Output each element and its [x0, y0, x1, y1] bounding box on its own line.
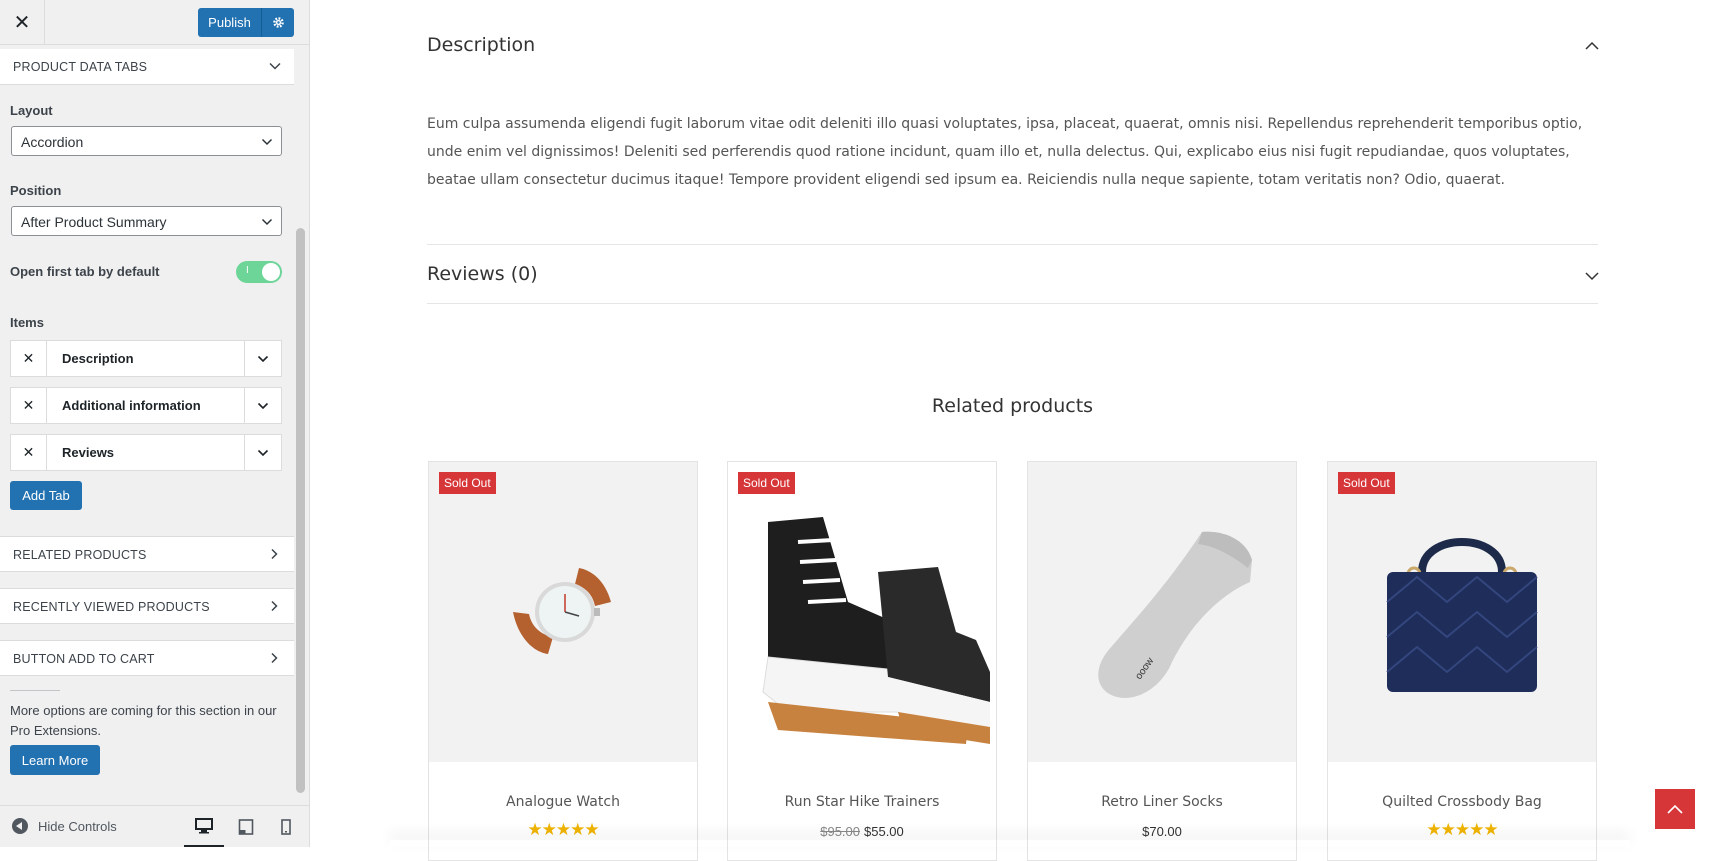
remove-item-icon[interactable]: ✕ — [11, 388, 47, 423]
product-card[interactable]: Sold Out Run Star Hike Trainers $95.00 $5… — [727, 461, 997, 861]
watch-image[interactable] — [429, 462, 697, 762]
toggle-on-indicator: I — [246, 265, 249, 276]
layout-label: Layout — [10, 103, 53, 118]
chevron-up-icon[interactable] — [1584, 38, 1600, 54]
description-text: Eum culpa assumenda eligendi fugit labor… — [427, 116, 1583, 188]
chevron-down-icon — [269, 62, 281, 70]
hide-controls-button[interactable]: Hide Controls — [12, 818, 117, 834]
sold-out-badge: Sold Out — [738, 472, 795, 494]
item-description: ✕ Description — [10, 340, 282, 377]
mobile-preview-icon[interactable] — [266, 806, 306, 847]
layout-select-value: Accordion — [21, 134, 84, 150]
star-rating: ★★★★★ — [527, 820, 599, 839]
sneaker-image[interactable] — [728, 462, 996, 762]
item-reviews: ✕ Reviews — [10, 434, 282, 471]
original-price: $95.00 — [820, 824, 860, 839]
product-name[interactable]: Quilted Crossbody Bag — [1328, 794, 1596, 810]
sale-price: $55.00 — [864, 824, 904, 839]
section-header-product-data-tabs[interactable]: PRODUCT DATA TABS — [0, 49, 294, 85]
item-label: Additional information — [62, 398, 201, 413]
learn-more-button[interactable]: Learn More — [10, 745, 100, 775]
shadow-overlay — [390, 840, 1630, 847]
panel-related-products[interactable]: RELATED PRODUCTS — [0, 536, 294, 572]
sidebar-scrollbar[interactable] — [296, 228, 305, 793]
divider — [427, 303, 1598, 304]
customizer-header: ✕ Publish — [0, 0, 309, 45]
layout-select[interactable]: Accordion — [11, 126, 282, 156]
panel-label: BUTTON ADD TO CART — [13, 652, 155, 666]
accordion-title-description[interactable]: Description — [427, 34, 535, 56]
sold-out-badge: Sold Out — [1338, 472, 1395, 494]
bag-image[interactable] — [1328, 462, 1596, 762]
panel-label: RELATED PRODUCTS — [13, 548, 147, 562]
chevron-down-icon[interactable] — [1584, 268, 1600, 284]
chevron-right-icon — [271, 548, 278, 560]
publish-button-group: Publish — [198, 8, 294, 37]
site-preview: Description Eum culpa assumenda eligendi… — [310, 0, 1710, 861]
product-name[interactable]: Retro Liner Socks — [1028, 794, 1296, 810]
price: $70.00 — [1142, 824, 1182, 839]
items-label: Items — [10, 315, 44, 330]
expand-item-chevron-down-icon[interactable] — [244, 435, 281, 470]
panel-label: RECENTLY VIEWED PRODUCTS — [13, 600, 210, 614]
customizer-footer: Hide Controls — [0, 805, 309, 847]
divider — [10, 690, 60, 691]
remove-item-icon[interactable]: ✕ — [11, 435, 47, 470]
close-button[interactable]: ✕ — [0, 0, 45, 45]
star-rating: ★★★★★ — [1426, 820, 1498, 839]
divider — [427, 244, 1598, 245]
open-first-tab-label: Open first tab by default — [10, 264, 160, 279]
chevron-right-icon — [271, 652, 278, 664]
collapse-arrow-icon — [12, 818, 28, 834]
position-select-value: After Product Summary — [21, 214, 167, 230]
panel-recently-viewed-products[interactable]: RECENTLY VIEWED PRODUCTS — [0, 588, 294, 624]
publish-settings-gear-icon[interactable] — [262, 8, 294, 37]
add-tab-button[interactable]: Add Tab — [10, 481, 82, 510]
sold-out-badge: Sold Out — [439, 472, 496, 494]
scroll-to-top-button[interactable] — [1655, 789, 1695, 829]
product-card[interactable]: Sold Out Quilted Crossbody Bag ★★★★★ — [1327, 461, 1597, 861]
related-products-heading: Related products — [931, 395, 1094, 417]
sock-image[interactable]: ooow — [1028, 462, 1296, 762]
panel-button-add-to-cart[interactable]: BUTTON ADD TO CART — [0, 640, 294, 676]
product-price: $95.00 $55.00 — [728, 824, 996, 839]
product-name[interactable]: Analogue Watch — [429, 794, 697, 810]
chevron-up-icon — [1667, 804, 1683, 814]
position-select[interactable]: After Product Summary — [11, 206, 282, 236]
desktop-preview-icon[interactable] — [184, 806, 224, 847]
item-label: Reviews — [62, 445, 115, 460]
tablet-preview-icon[interactable] — [226, 806, 266, 847]
product-card[interactable]: Sold Out Analogue Watch ★★★★★ — [428, 461, 698, 861]
item-additional-information: ✕ Additional information — [10, 387, 282, 424]
position-label: Position — [10, 183, 62, 198]
remove-item-icon[interactable]: ✕ — [11, 341, 47, 376]
item-label: Description — [62, 351, 134, 366]
publish-button[interactable]: Publish — [198, 8, 262, 37]
product-card[interactable]: ooow Retro Liner Socks $70.00 — [1027, 461, 1297, 861]
toggle-knob — [262, 263, 280, 281]
section-title: PRODUCT DATA TABS — [13, 60, 148, 74]
chevron-down-icon — [261, 218, 273, 226]
product-name[interactable]: Run Star Hike Trainers — [728, 794, 996, 810]
hide-controls-label: Hide Controls — [38, 818, 117, 834]
pro-extensions-notice: More options are coming for this section… — [10, 703, 277, 738]
customizer-sidebar: ✕ Publish PRODUCT DATA TABS Layout Accor… — [0, 0, 310, 847]
accordion-title-reviews[interactable]: Reviews (0) — [427, 263, 538, 285]
expand-item-chevron-down-icon[interactable] — [244, 341, 281, 376]
expand-item-chevron-down-icon[interactable] — [244, 388, 281, 423]
chevron-down-icon — [261, 138, 273, 146]
chevron-right-icon — [271, 600, 278, 612]
open-first-tab-toggle[interactable]: I — [236, 261, 282, 283]
product-price: $70.00 — [1028, 824, 1296, 839]
